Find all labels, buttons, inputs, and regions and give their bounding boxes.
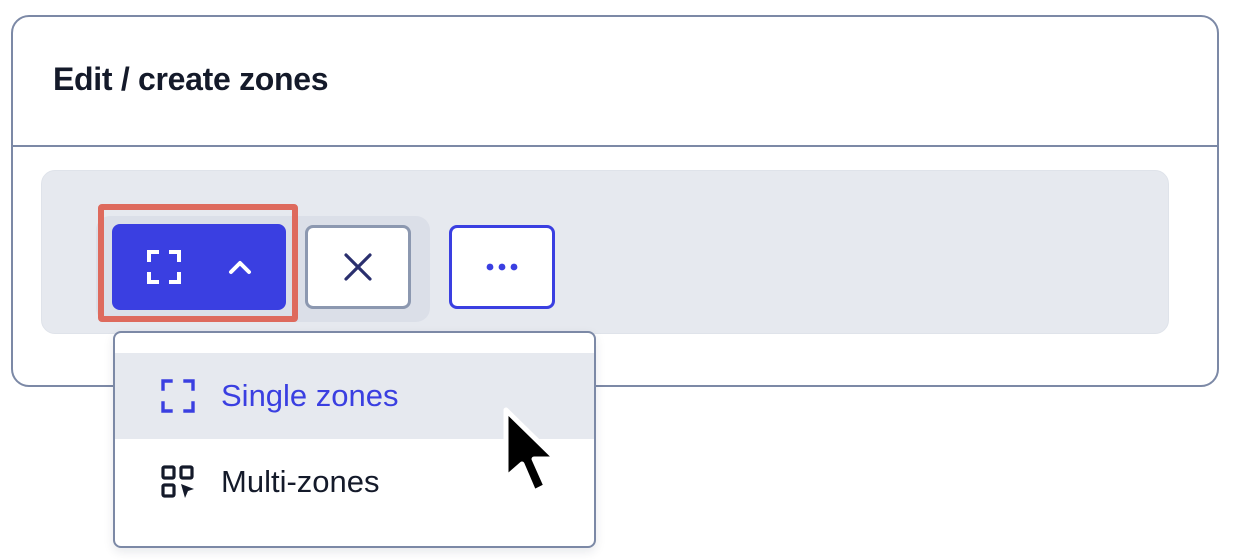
mouse-pointer-icon [503, 407, 559, 495]
panel-header: Edit / create zones [13, 17, 1217, 147]
multi-zones-icon [159, 463, 197, 501]
stage: Edit / create zones Single zones Multi-z… [0, 0, 1238, 560]
highlight-box [98, 204, 298, 322]
more-horizontal-icon [486, 263, 518, 271]
close-button[interactable] [305, 225, 411, 309]
menu-item-label: Multi-zones [221, 464, 380, 499]
close-icon [344, 253, 372, 281]
panel-title: Edit / create zones [53, 61, 329, 97]
zone-frame-icon [159, 377, 197, 415]
more-options-button[interactable] [449, 225, 555, 309]
menu-item-label: Single zones [221, 378, 399, 413]
